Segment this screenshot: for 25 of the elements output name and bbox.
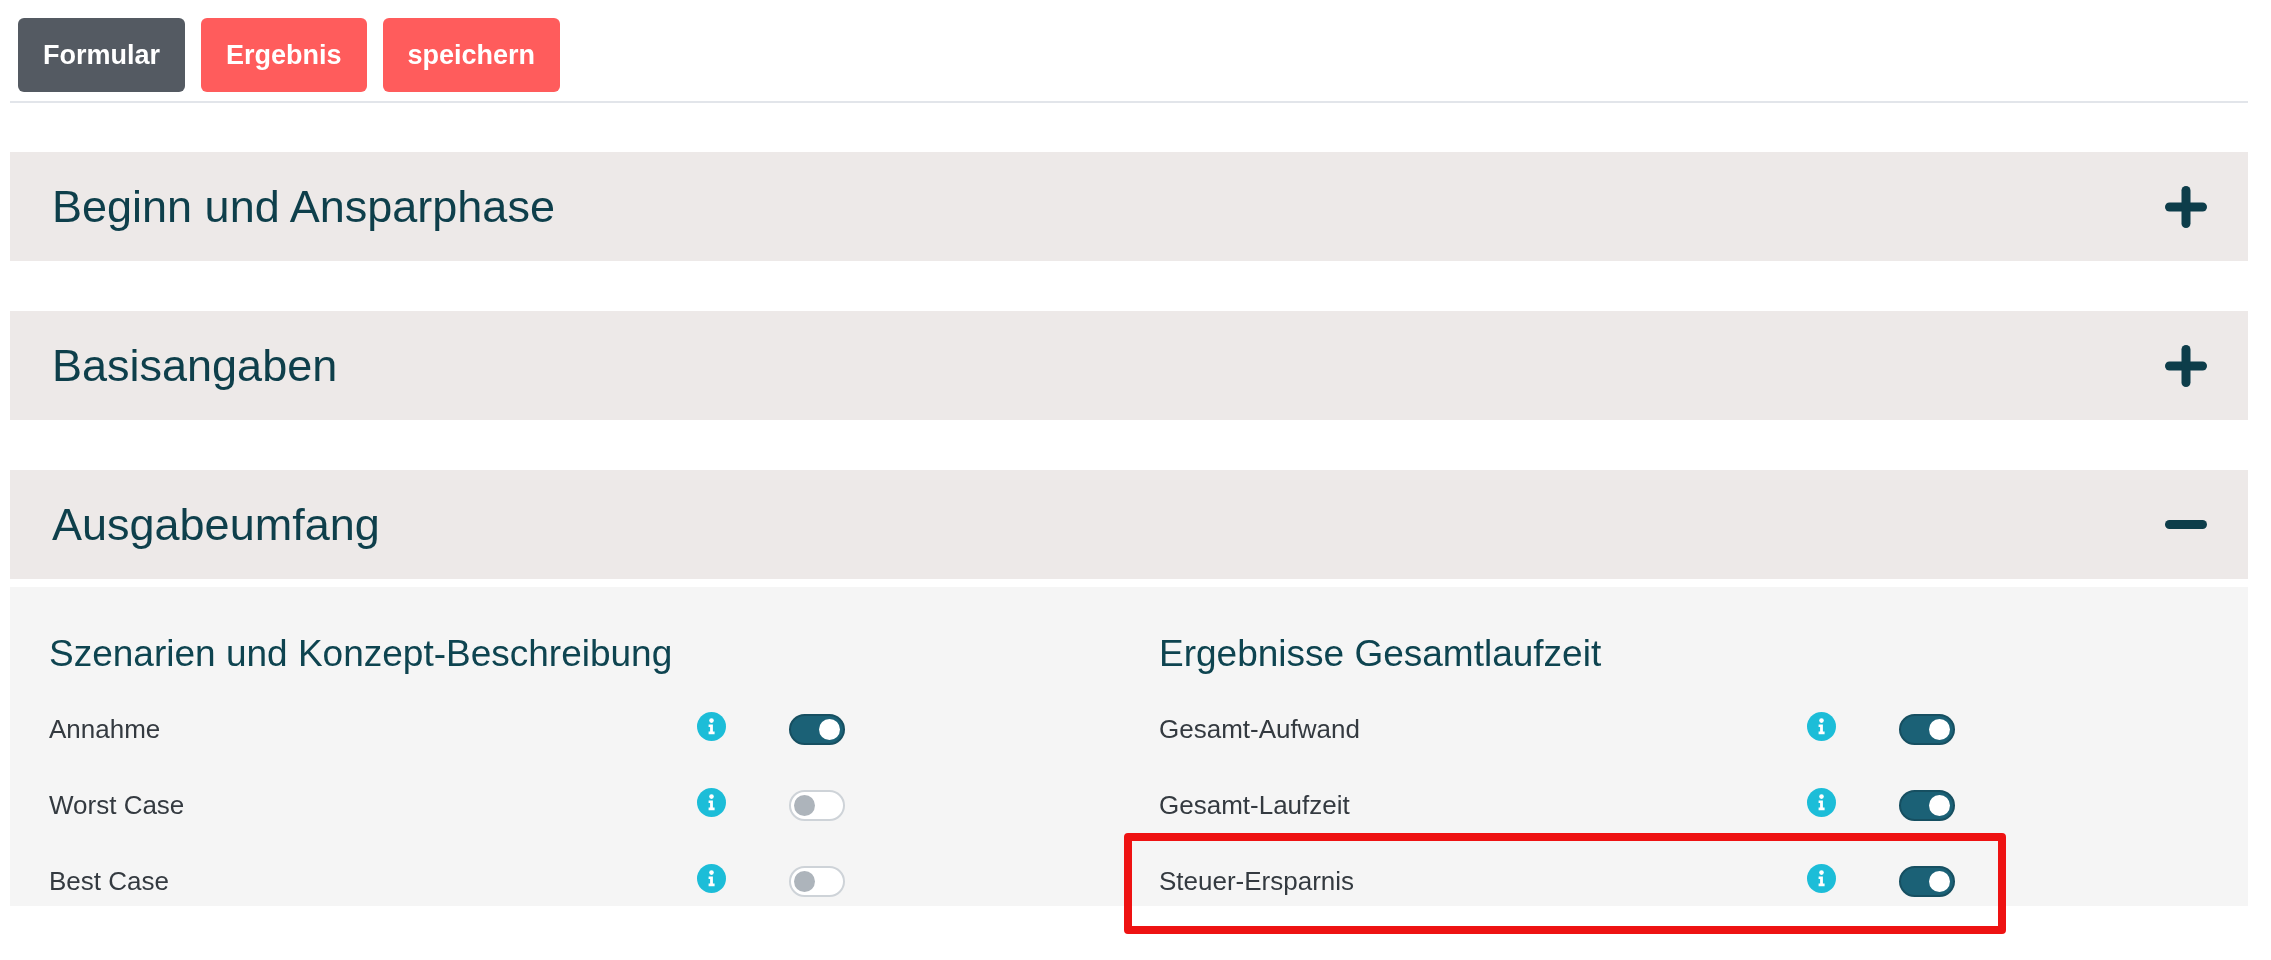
- toolbar-button[interactable]: Formular: [18, 18, 186, 92]
- info-icon[interactable]: [1807, 787, 1836, 817]
- accordion-header[interactable]: Beginn und Ansparphase: [10, 152, 2248, 261]
- toggle-switch[interactable]: [1899, 713, 1955, 745]
- info-icon[interactable]: [697, 863, 726, 893]
- info-icon[interactable]: [697, 787, 726, 817]
- info-icon[interactable]: [1807, 711, 1836, 741]
- toggle-switch[interactable]: [789, 713, 845, 745]
- accordion-header[interactable]: Ausgabeumfang: [10, 470, 2248, 579]
- group-heading: Ergebnisse Gesamtlaufzeit: [1159, 632, 1603, 676]
- info-icon[interactable]: [1807, 863, 1836, 893]
- section-title: Basisangaben: [52, 339, 338, 392]
- option-label: Steuer-Ersparnis: [1159, 865, 1356, 897]
- section-title: Beginn und Ansparphase: [52, 180, 555, 233]
- option-label: Gesamt-Laufzeit: [1159, 789, 1351, 821]
- group-heading: Szenarien und Konzept-Beschreibung: [49, 632, 674, 676]
- option-label: Best Case: [49, 865, 170, 897]
- option-label: Worst Case: [49, 789, 186, 821]
- info-icon[interactable]: [697, 711, 726, 741]
- option-label: Gesamt-Aufwand: [1159, 713, 1361, 745]
- option-label: Annahme: [49, 713, 162, 745]
- toggle-switch[interactable]: [1899, 865, 1955, 897]
- accordion-header[interactable]: Basisangaben: [10, 311, 2248, 420]
- toggle-switch[interactable]: [1899, 789, 1955, 821]
- section-title: Ausgabeumfang: [52, 498, 380, 551]
